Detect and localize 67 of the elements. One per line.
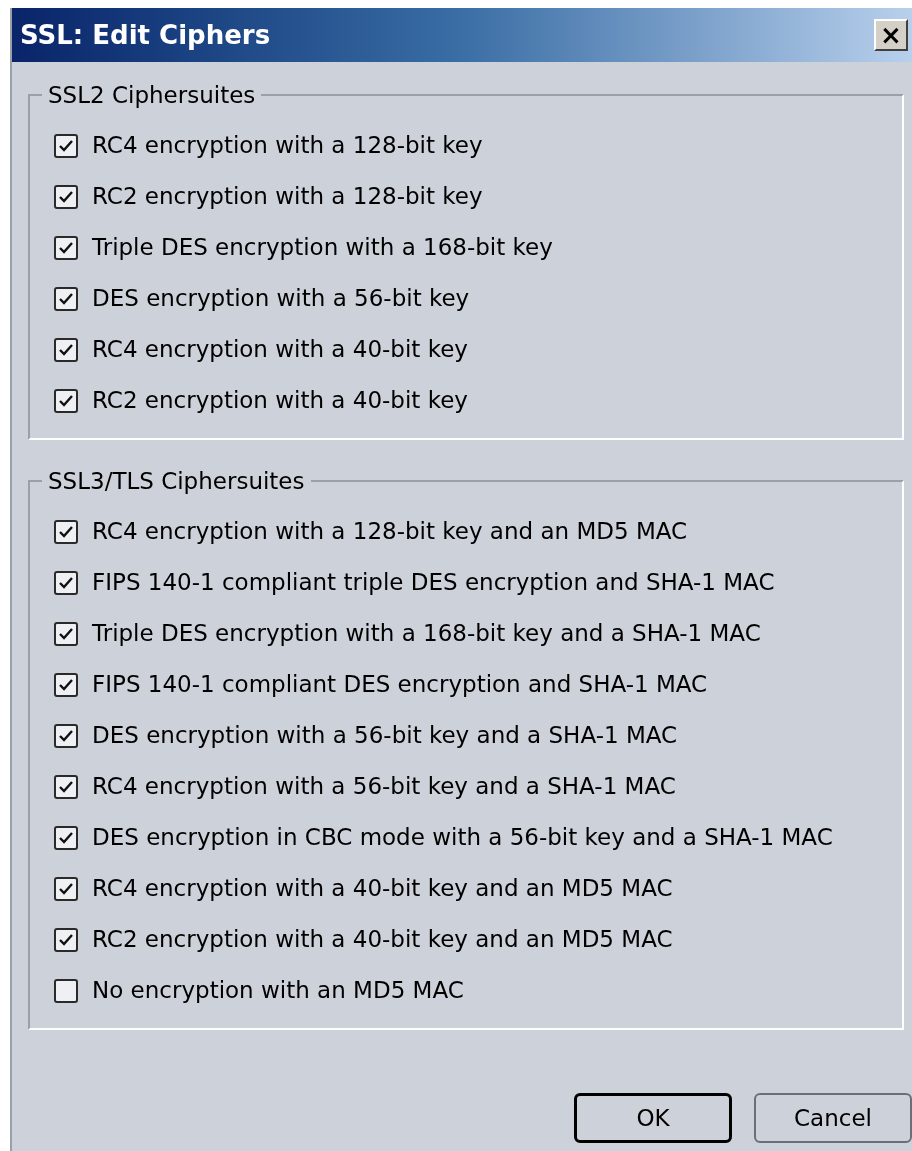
option-label: RC2 encryption with a 40-bit key and an MD5 MAC xyxy=(92,925,673,955)
checkbox[interactable] xyxy=(54,337,78,362)
checkmark-icon xyxy=(58,779,74,794)
checkbox-option[interactable]: DES encryption with a 56-bit key and a SHA-1 MAC xyxy=(54,710,902,761)
checkbox[interactable] xyxy=(54,825,78,850)
checkbox-option[interactable]: RC2 encryption with a 40-bit key and an MD5 MAC xyxy=(54,914,902,965)
checkbox[interactable] xyxy=(54,388,78,413)
checkbox-option[interactable]: RC4 encryption with a 40-bit key and an MD5 MAC xyxy=(54,863,902,914)
option-label: No encryption with an MD5 MAC xyxy=(92,976,464,1006)
dialog-button[interactable]: Cancel xyxy=(754,1093,912,1143)
checkbox-option[interactable]: RC4 encryption with a 56-bit key and a SHA-1 MAC xyxy=(54,761,902,812)
checkbox-option[interactable]: RC2 encryption with a 128-bit key xyxy=(54,171,902,222)
checkmark-icon xyxy=(58,932,74,947)
checkbox-option[interactable]: RC4 encryption with a 40-bit key xyxy=(54,324,902,375)
option-label: RC2 encryption with a 40-bit key xyxy=(92,386,468,416)
option-label: DES encryption with a 56-bit key and a SHA-1 MAC xyxy=(92,721,678,751)
checkbox[interactable] xyxy=(54,235,78,260)
close-button[interactable]: × xyxy=(874,19,908,51)
checkmark-icon xyxy=(58,830,74,845)
checkbox[interactable] xyxy=(54,927,78,952)
option-label: DES encryption in CBC mode with a 56-bit key and a SHA-1 MAC xyxy=(92,823,833,853)
checkbox[interactable] xyxy=(54,723,78,748)
option-label: Triple DES encryption with a 168-bit key xyxy=(92,233,553,263)
checkbox-option[interactable]: Triple DES encryption with a 168-bit key and a SHA-1 MAC xyxy=(54,608,902,659)
checkbox-option[interactable]: RC2 encryption with a 40-bit key xyxy=(54,375,902,426)
option-label: RC2 encryption with a 128-bit key xyxy=(92,182,483,212)
checkbox-option[interactable]: No encryption with an MD5 MAC xyxy=(54,965,902,1016)
checkmark-icon xyxy=(58,342,74,357)
option-label: DES encryption with a 56-bit key xyxy=(92,284,470,314)
option-label: RC4 encryption with a 40-bit key xyxy=(92,335,468,365)
checkmark-icon xyxy=(58,138,74,153)
checkbox[interactable] xyxy=(54,978,78,1003)
checkmark-icon xyxy=(58,677,74,692)
checkbox[interactable] xyxy=(54,876,78,901)
checkbox[interactable] xyxy=(54,672,78,697)
window-title: SSL: Edit Ciphers xyxy=(20,18,271,52)
checkmark-icon xyxy=(58,291,74,306)
checkmark-icon xyxy=(58,240,74,255)
checkbox[interactable] xyxy=(54,286,78,311)
option-label: FIPS 140-1 compliant triple DES encryption and SHA-1 MAC xyxy=(92,568,775,598)
checkbox-option[interactable]: DES encryption in CBC mode with a 56-bit key and a SHA-1 MAC xyxy=(54,812,902,863)
checkmark-icon xyxy=(58,575,74,590)
checkbox-option[interactable]: DES encryption with a 56-bit key xyxy=(54,273,902,324)
checkbox-option[interactable]: FIPS 140-1 compliant DES encryption and SHA-1 MAC xyxy=(54,659,902,710)
option-label: RC4 encryption with a 128-bit key and an MD5 MAC xyxy=(92,517,688,547)
option-label: RC4 encryption with a 56-bit key and a SHA-1 MAC xyxy=(92,772,676,802)
checkmark-icon xyxy=(58,393,74,408)
checkbox-option[interactable]: RC4 encryption with a 128-bit key xyxy=(54,120,902,171)
option-label: Triple DES encryption with a 168-bit key and a SHA-1 MAC xyxy=(92,619,761,649)
option-label: FIPS 140-1 compliant DES encryption and SHA-1 MAC xyxy=(92,670,708,700)
checkbox[interactable] xyxy=(54,621,78,646)
checkbox-option[interactable]: RC4 encryption with a 128-bit key and an MD5 MAC xyxy=(54,506,902,557)
checkbox-option[interactable]: Triple DES encryption with a 168-bit key xyxy=(54,222,902,273)
checkmark-icon xyxy=(58,189,74,204)
checkmark-icon xyxy=(58,728,74,743)
checkbox[interactable] xyxy=(54,519,78,544)
option-label: RC4 encryption with a 40-bit key and an MD5 MAC xyxy=(92,874,673,904)
checkbox[interactable] xyxy=(54,184,78,209)
checkmark-icon xyxy=(58,524,74,539)
dialog-button[interactable]: OK xyxy=(574,1093,732,1143)
checkbox-option[interactable]: FIPS 140-1 compliant triple DES encryption and SHA-1 MAC xyxy=(54,557,902,608)
checkbox[interactable] xyxy=(54,774,78,799)
option-label: RC4 encryption with a 128-bit key xyxy=(92,131,483,161)
checkmark-icon xyxy=(58,881,74,896)
checkmark-icon xyxy=(58,626,74,641)
checkbox[interactable] xyxy=(54,133,78,158)
checkbox[interactable] xyxy=(54,570,78,595)
